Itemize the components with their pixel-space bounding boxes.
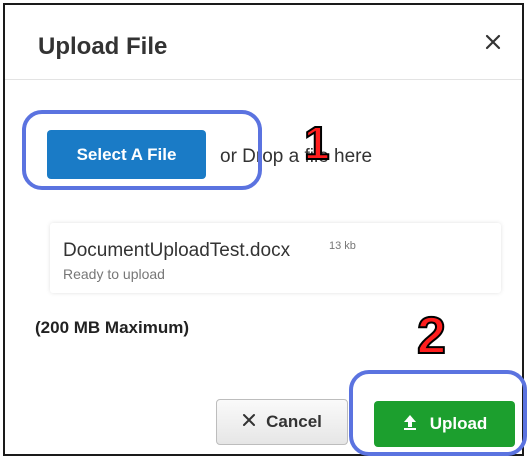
upload-button-label: Upload bbox=[429, 414, 488, 433]
cancel-button[interactable]: Cancel bbox=[216, 399, 348, 445]
upload-arrow-icon bbox=[402, 413, 418, 436]
close-icon[interactable] bbox=[482, 31, 504, 53]
cancel-button-label: Cancel bbox=[266, 412, 322, 431]
max-size-note: (200 MB Maximum) bbox=[35, 318, 189, 337]
select-file-button[interactable]: Select A File bbox=[47, 130, 206, 179]
annotation-number-2: 2 bbox=[416, 307, 447, 365]
file-size: 13 kb bbox=[329, 240, 356, 252]
close-icon bbox=[242, 412, 256, 432]
file-name: DocumentUploadTest.docx bbox=[63, 240, 291, 261]
dialog-header: Upload File bbox=[5, 5, 522, 80]
file-item: DocumentUploadTest.docx 13 kb Ready to u… bbox=[50, 223, 501, 293]
file-status: Ready to upload bbox=[63, 266, 165, 282]
annotation-number-1: 1 bbox=[303, 117, 331, 169]
drop-zone-text[interactable]: or Drop a file here bbox=[220, 146, 372, 168]
upload-file-dialog: Upload File Select A File or Drop a file… bbox=[3, 3, 524, 456]
upload-button[interactable]: Upload bbox=[374, 401, 515, 447]
dialog-title: Upload File bbox=[38, 33, 168, 60]
